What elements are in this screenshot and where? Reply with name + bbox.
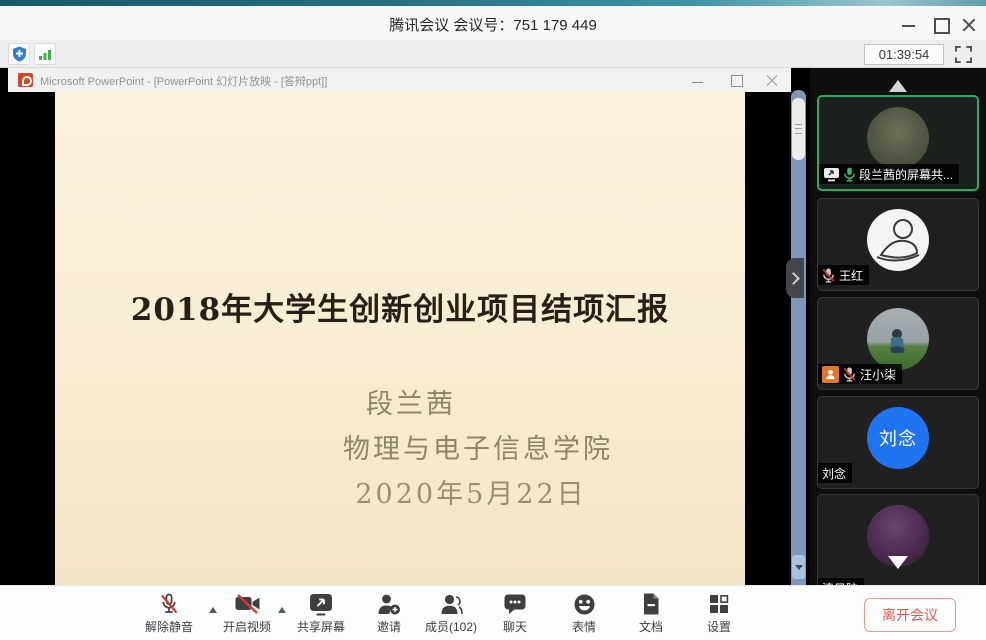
fullscreen-icon[interactable] [952,44,974,65]
powerpoint-icon [18,73,33,87]
avatar [867,209,929,271]
unmute-label: 解除静音 [145,618,193,635]
slide-date: 2020年5月22日 [355,472,586,511]
start-video-button[interactable]: 开启视频 [223,592,271,635]
powerpoint-window-title: Microsoft PowerPoint - [PowerPoint 幻灯片放映… [40,73,327,89]
members-button[interactable]: 成员(102) [425,592,477,635]
network-signal-icon[interactable] [34,43,56,65]
participant-tile[interactable]: 汪小柒 [817,297,979,390]
meeting-timer: 01:39:54 [864,44,944,65]
participant-tile[interactable]: 刘念 刘念 [817,396,979,489]
participant-name: 汪小柒 [860,366,896,383]
meeting-statusbar: 01:39:54 [0,40,986,68]
participant-tile[interactable]: 王红 [817,198,979,291]
mic-options-caret-icon[interactable] [209,603,217,613]
sidebar-collapse-handle[interactable] [786,258,804,298]
emoji-button[interactable]: 表情 [572,592,596,635]
mic-muted-icon [843,367,856,382]
ppt-maximize-icon[interactable] [723,71,749,89]
document-icon [641,592,661,616]
invite-person-plus-icon [377,592,402,616]
minimize-icon[interactable] [894,12,924,36]
leave-meeting-button[interactable]: 离开会议 [864,598,956,632]
video-options-caret-icon[interactable] [278,603,286,613]
mic-muted-icon [157,592,181,616]
participants-sidebar: 段兰茜的屏幕共... [810,68,986,585]
avatar [867,107,929,169]
settings-label: 设置 [707,618,731,635]
camera-muted-icon [233,592,260,616]
start-video-label: 开启视频 [223,618,271,635]
share-screen-icon [309,592,333,616]
avatar [867,308,929,370]
scroll-up-icon[interactable] [889,71,907,92]
meeting-title: 腾讯会议 会议号：751 179 449 [0,14,986,35]
mic-on-icon [844,167,855,182]
shared-screen-region: Microsoft PowerPoint - [PowerPoint 幻灯片放映… [0,68,810,585]
meeting-toolbar: 解除静音 开启视频 共享屏幕 [0,585,986,640]
smiley-icon [572,592,595,616]
screen-share-icon [823,167,840,182]
emoji-label: 表情 [572,618,596,635]
scrollbar-down-arrow-icon[interactable] [792,555,805,579]
slide-author: 段兰茜 [366,382,456,421]
tencent-meeting-window: 腾讯会议 会议号：751 179 449 01:39:54 [0,0,986,640]
slide: 2018年大学生创新创业项目结项汇报 段兰茜 物理与电子信息学院 2020年5月… [55,92,745,585]
invite-button[interactable]: 邀请 [377,592,402,635]
mic-muted-icon [822,268,835,283]
docs-button[interactable]: 文档 [639,592,663,635]
members-label: 成员(102) [425,618,477,635]
chat-bubble-icon [503,592,527,616]
participant-name: 王红 [839,267,863,284]
avatar-initials: 刘念 [867,407,929,469]
participant-name: 刘念 [822,465,846,482]
scrollbar-thumb[interactable] [792,98,805,160]
share-screen-label: 共享屏幕 [297,618,345,635]
maximize-icon[interactable] [926,12,956,36]
chat-label: 聊天 [503,618,527,635]
slideshow-letterbox: 2018年大学生创新创业项目结项汇报 段兰茜 物理与电子信息学院 2020年5月… [8,92,791,585]
settings-button[interactable]: 设置 [707,592,731,635]
scroll-down-icon[interactable] [888,556,908,579]
chat-button[interactable]: 聊天 [503,592,527,635]
slide-title: 2018年大学生创新创业项目结项汇报 [131,284,669,329]
members-icon [439,592,463,616]
ppt-close-icon[interactable] [759,71,785,89]
ppt-minimize-icon[interactable] [685,71,711,89]
share-screen-button[interactable]: 共享屏幕 [297,592,345,635]
security-shield-icon[interactable] [8,43,30,65]
powerpoint-titlebar: Microsoft PowerPoint - [PowerPoint 幻灯片放映… [8,68,791,92]
host-badge-icon [822,366,839,383]
docs-label: 文档 [639,618,663,635]
slide-department: 物理与电子信息学院 [343,427,613,466]
shared-screen-scrollbar[interactable] [791,90,806,585]
app-titlebar: 腾讯会议 会议号：751 179 449 [0,6,986,40]
settings-grid-icon [708,592,730,616]
unmute-button[interactable]: 解除静音 [145,592,193,635]
invite-label: 邀请 [377,618,401,635]
participant-name: 段兰茜的屏幕共... [859,166,953,183]
close-icon[interactable] [954,12,984,36]
participant-tile-sharing[interactable]: 段兰茜的屏幕共... [817,95,979,191]
